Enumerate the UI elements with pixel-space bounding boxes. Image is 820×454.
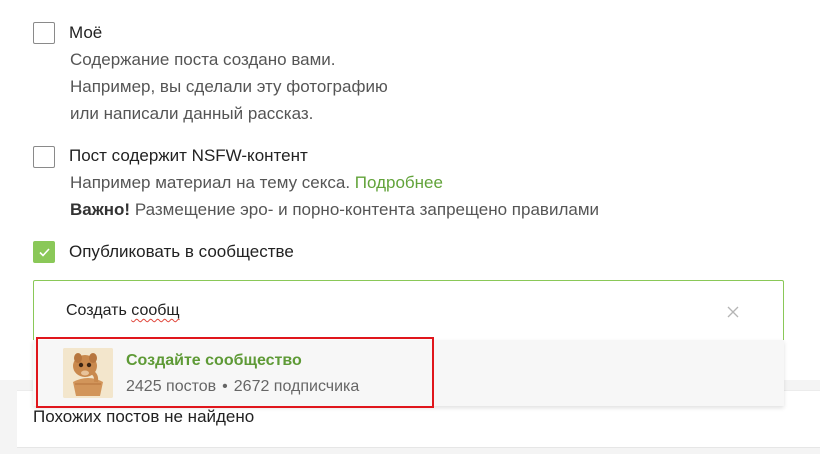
suggestion-highlight-box [36, 337, 434, 408]
mine-label[interactable]: Моё [69, 23, 102, 43]
nsfw-desc-line-2: Важно! Размещение эро- и порно-контента … [70, 196, 599, 223]
search-value-misspelled-word: сообщ [131, 302, 180, 319]
checkmark-icon [39, 248, 50, 257]
mine-checkbox[interactable] [33, 22, 55, 44]
community-search-value[interactable]: Создать сообщ [66, 302, 180, 320]
search-value-prefix: Создать [66, 302, 127, 319]
nsfw-label[interactable]: Пост содержит NSFW-контент [69, 146, 308, 166]
community-label[interactable]: Опубликовать в сообществе [69, 242, 294, 262]
nsfw-rules-text: Размещение эро- и порно-контента запреще… [134, 200, 599, 219]
nsfw-example-text: Например материал на тему секса. [70, 173, 351, 192]
nsfw-desc-line-1: Например материал на тему секса. Подробн… [70, 169, 599, 196]
nsfw-description: Например материал на тему секса. Подробн… [70, 169, 599, 223]
mine-desc-line-1: Содержание поста создано вами. [70, 50, 336, 69]
nsfw-more-link[interactable]: Подробнее [355, 173, 443, 192]
mine-description: Содержание поста создано вами. Например,… [70, 46, 388, 127]
nsfw-important-label: Важно! [70, 200, 131, 219]
nsfw-checkbox[interactable] [33, 146, 55, 168]
close-icon[interactable] [727, 306, 739, 318]
community-checkbox[interactable] [33, 241, 55, 263]
no-similar-posts-text: Похожих постов не найдено [33, 407, 255, 426]
mine-desc-line-3: или написали данный рассказ. [70, 104, 314, 123]
mine-desc-line-2: Например, вы сделали эту фотографию [70, 77, 388, 96]
community-search-input[interactable]: Создать сообщ [33, 280, 784, 342]
